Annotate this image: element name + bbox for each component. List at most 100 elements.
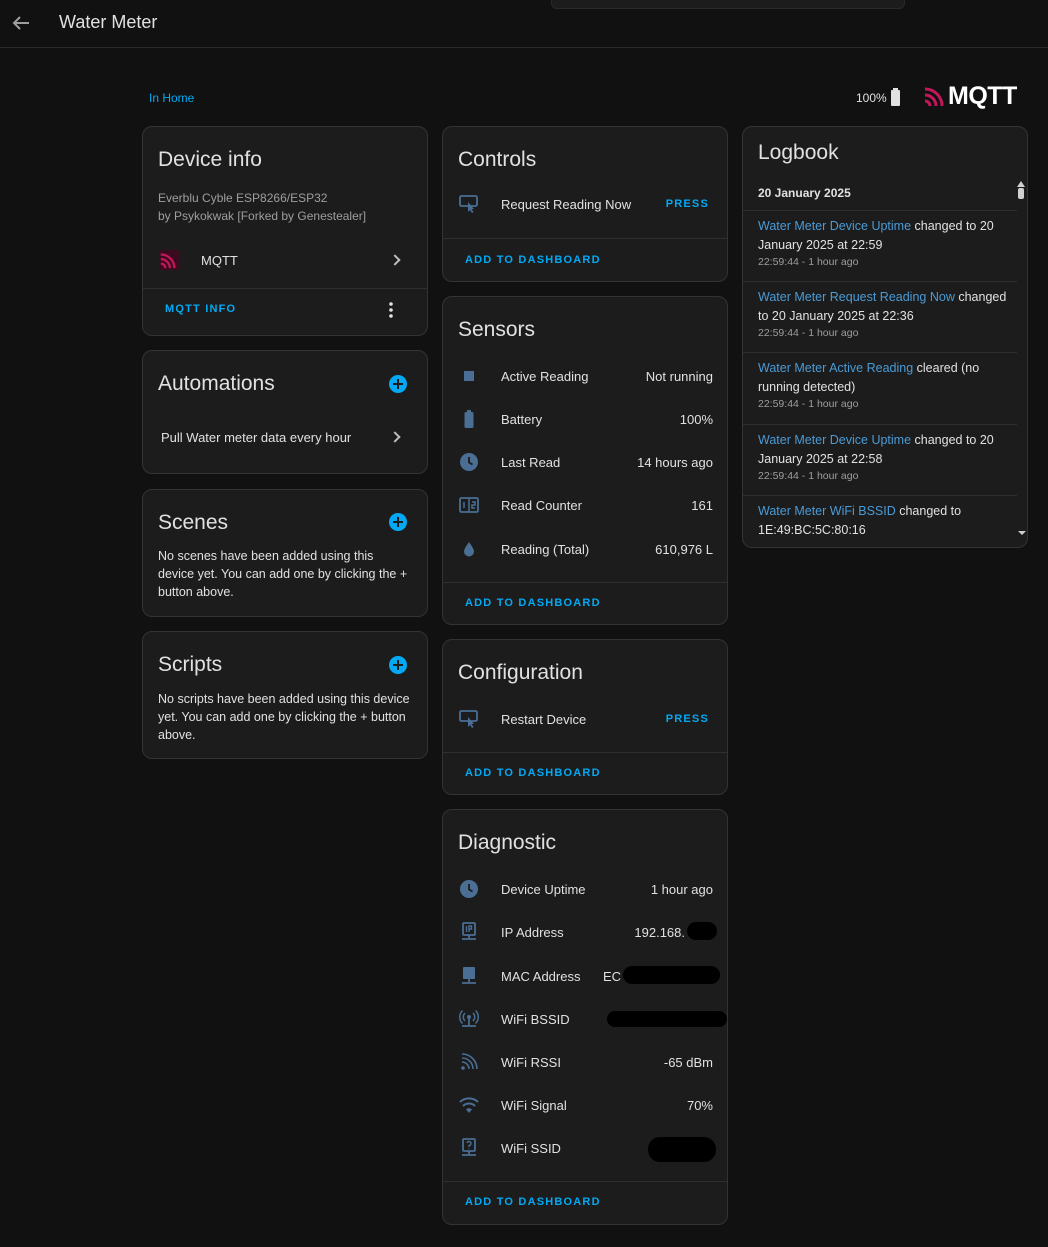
signal-icon: [459, 1052, 479, 1072]
entity-link[interactable]: Water Meter Device Uptime: [758, 433, 911, 447]
entity-label: Device Uptime: [501, 881, 586, 897]
area-link[interactable]: In Home: [149, 91, 194, 105]
entity-row-battery[interactable]: Battery 100%: [443, 399, 727, 439]
card-title: Logbook: [758, 141, 839, 164]
entity-row-last-read[interactable]: Last Read 14 hours ago: [443, 442, 727, 482]
entity-row-device-uptime[interactable]: Device Uptime 1 hour ago: [443, 869, 727, 909]
entity-label: Active Reading: [501, 368, 589, 384]
logbook-scrollbar[interactable]: [1017, 181, 1026, 537]
more-vert-icon[interactable]: [388, 301, 394, 319]
controls-card: Controls Request Reading Now PRESS ADD T…: [442, 126, 728, 282]
divider: [743, 352, 1017, 353]
scripts-empty-text: No scripts have been added using this de…: [158, 692, 410, 742]
water-drop-icon: [459, 539, 479, 559]
scenes-card: Scenes No scenes have been added using t…: [142, 489, 428, 617]
scroll-thumb[interactable]: [1018, 188, 1024, 199]
redaction-mark: [648, 1137, 716, 1162]
entity-label: WiFi BSSID: [501, 1011, 570, 1027]
mqtt-icon: [159, 250, 179, 270]
battery-status: 100%: [856, 88, 900, 106]
mqtt-logo-icon: [924, 85, 946, 107]
button-press-icon: [459, 194, 479, 214]
add-to-dashboard-button[interactable]: ADD TO DASHBOARD: [465, 767, 601, 779]
entity-link[interactable]: Water Meter WiFi BSSID: [758, 504, 896, 518]
add-automation-icon[interactable]: [389, 375, 407, 393]
entity-value: 610,976 L: [655, 541, 713, 557]
clock-icon: [459, 879, 479, 899]
wifi-icon: [459, 1095, 479, 1115]
card-title: Controls: [458, 148, 537, 171]
add-script-icon[interactable]: [389, 656, 407, 674]
entity-label: WiFi Signal: [501, 1097, 567, 1113]
integration-logo: MQTT: [924, 83, 1017, 109]
battery-icon: [459, 409, 479, 429]
entity-link[interactable]: Water Meter Request Reading Now: [758, 290, 955, 304]
press-button[interactable]: PRESS: [666, 713, 709, 725]
entity-row-wifi-signal[interactable]: WiFi Signal 70%: [443, 1085, 727, 1125]
add-to-dashboard-button[interactable]: ADD TO DASHBOARD: [465, 254, 601, 266]
scenes-empty-text: No scenes have been added using this dev…: [158, 549, 408, 599]
entity-value: 14 hours ago: [637, 454, 713, 470]
press-button[interactable]: PRESS: [666, 198, 709, 210]
page-title: Water Meter: [59, 12, 158, 32]
entity-row-wifi-rssi[interactable]: WiFi RSSI -65 dBm: [443, 1042, 727, 1082]
entity-link[interactable]: Water Meter Active Reading: [758, 361, 913, 375]
divider: [743, 281, 1017, 282]
button-press-icon: [459, 709, 479, 729]
entity-row-request-reading[interactable]: Request Reading Now PRESS: [443, 184, 727, 224]
entity-value: 1 hour ago: [650, 881, 713, 897]
entity-label: IP Address: [501, 924, 564, 940]
automation-item[interactable]: Pull Water meter data every hour: [143, 417, 427, 457]
counter-icon: [459, 495, 479, 515]
network-question-icon: [459, 1138, 479, 1158]
square-icon: [459, 366, 479, 386]
entry-time: 22:59:44 - 1 hour ago: [758, 256, 859, 268]
ip-network-icon: [459, 922, 479, 942]
card-title: Configuration: [458, 661, 583, 684]
back-button[interactable]: [6, 9, 36, 37]
access-point-icon: [459, 1009, 479, 1029]
entity-value: 70%: [686, 1097, 713, 1113]
entity-label: Last Read: [501, 454, 561, 470]
entity-value: -65 dBm: [663, 1054, 713, 1070]
entity-value: 100%: [679, 411, 713, 427]
device-info-card: Device info Everblu Cyble ESP8266/ESP32 …: [142, 126, 428, 336]
add-to-dashboard-button[interactable]: ADD TO DASHBOARD: [465, 1196, 601, 1208]
battery-level: 100%: [856, 91, 887, 105]
add-scene-icon[interactable]: [389, 513, 407, 531]
integration-name: MQTT: [201, 252, 238, 268]
entity-value: 192.168.: [634, 924, 685, 940]
clock-icon: [459, 452, 479, 472]
scroll-up-icon[interactable]: [1017, 181, 1025, 187]
entity-row-restart-device[interactable]: Restart Device PRESS: [443, 699, 727, 739]
sensors-card: Sensors Active Reading Not running Batte…: [442, 296, 728, 625]
entity-row-reading-total[interactable]: Reading (Total) 610,976 L: [443, 529, 727, 569]
entity-row-ip-address[interactable]: IP Address 192.168.: [443, 912, 727, 952]
battery-icon: [890, 88, 900, 106]
integration-row[interactable]: MQTT: [143, 240, 427, 280]
add-to-dashboard-button[interactable]: ADD TO DASHBOARD: [465, 597, 601, 609]
entity-value: EC: [602, 968, 621, 984]
card-title: Sensors: [458, 318, 536, 341]
mqtt-info-button[interactable]: MQTT INFO: [165, 303, 236, 315]
divider: [743, 495, 1017, 496]
configuration-card: Configuration Restart Device PRESS ADD T…: [442, 639, 728, 795]
automations-card: Automations Pull Water meter data every …: [142, 350, 428, 474]
entity-link[interactable]: Water Meter Device Uptime: [758, 219, 911, 233]
redaction-mark: [687, 922, 717, 940]
mqtt-logo-text: MQTT: [948, 82, 1017, 110]
logbook-entry: Water Meter Request Reading Now changed …: [743, 288, 1017, 339]
entity-row-active-reading[interactable]: Active Reading Not running: [443, 356, 727, 396]
divider: [443, 752, 727, 753]
entity-label: Restart Device: [501, 711, 587, 727]
card-title: Automations: [158, 372, 275, 395]
scroll-down-icon[interactable]: [1018, 531, 1026, 537]
entry-time: 22:59:44 - 1 hour ago: [758, 470, 859, 482]
entity-row-read-counter[interactable]: Read Counter 161: [443, 485, 727, 525]
entity-value: Not running: [645, 368, 713, 384]
device-manufacturer: by Psykokwak [Forked by Genestealer]: [158, 209, 367, 223]
divider: [143, 288, 427, 289]
card-title: Device info: [158, 148, 262, 171]
search-bar[interactable]: [551, 0, 905, 9]
entity-label: MAC Address: [501, 968, 581, 984]
